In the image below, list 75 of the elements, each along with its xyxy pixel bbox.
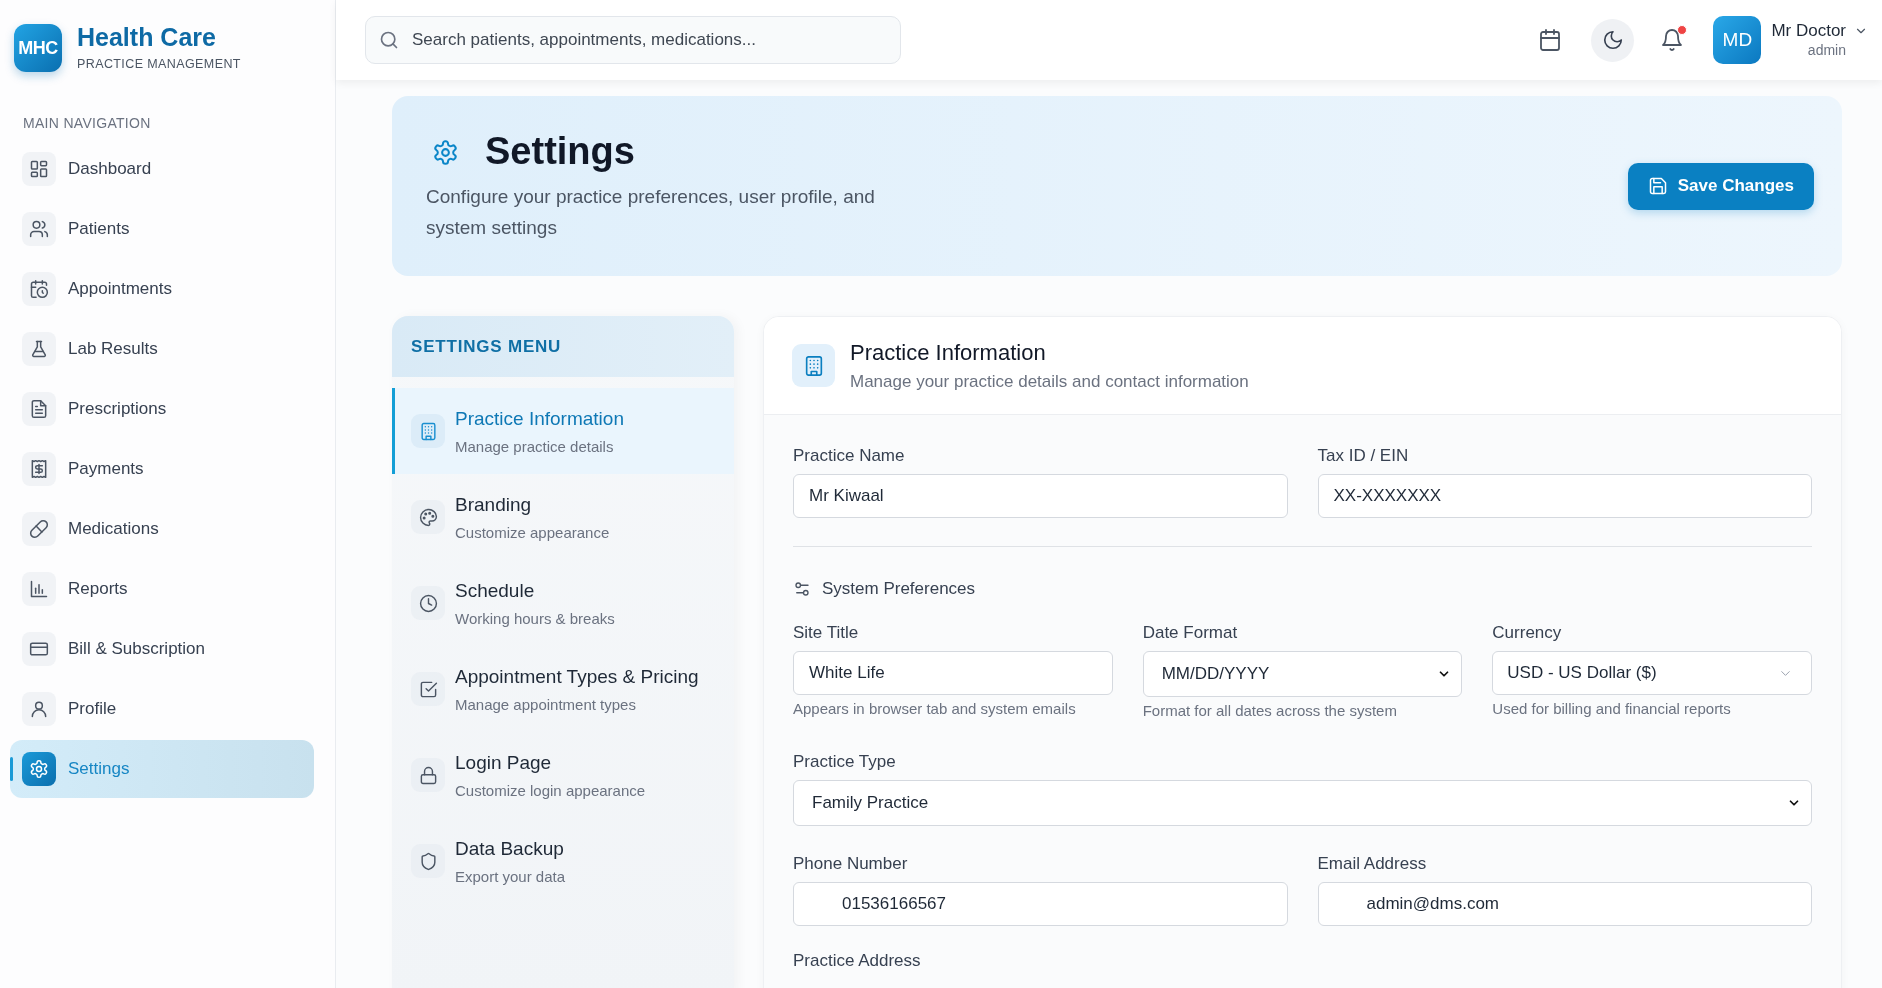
sliders-icon (793, 580, 811, 598)
input-field[interactable]: admin@dms.com (1317, 882, 1812, 926)
sidebar-item[interactable]: Bill & Subscription (10, 620, 314, 678)
credit-card-icon (22, 632, 56, 666)
settings-menu-heading: SETTINGS MENU (392, 316, 734, 377)
field-label: Currency (1492, 623, 1563, 643)
save-button[interactable]: Save Changes (1627, 162, 1814, 210)
sidebar-item[interactable]: Payments (10, 440, 314, 498)
settings-menu-item[interactable]: Login Page Customize login appearance (392, 732, 734, 818)
field-label: Tax ID / EIN (1317, 446, 1410, 466)
sidebar-item[interactable]: Dashboard (10, 140, 314, 198)
shield-icon (411, 844, 445, 878)
grid-icon (22, 152, 56, 186)
user-name: Mr Doctor (1771, 20, 1846, 42)
sidebar-item[interactable]: Reports (10, 560, 314, 618)
dropdown-field[interactable]: USD - US Dollar ($) (1492, 651, 1812, 695)
section-heading: System Preferences (822, 578, 976, 600)
field-hint: Appears in browser tab and system emails (793, 701, 1077, 717)
settings-icon (22, 752, 56, 786)
settings-icon (432, 138, 459, 166)
palette-icon (411, 500, 445, 534)
nav-heading: MAIN NAVIGATION (22, 115, 152, 132)
logo: MHC (14, 24, 62, 72)
field-label: Site Title (793, 623, 860, 643)
settings-menu-item[interactable]: Data Backup Export your data (392, 818, 734, 904)
sidebar-item[interactable]: Patients (10, 200, 314, 258)
user-icon (22, 692, 56, 726)
calendar-clock-icon (22, 272, 56, 306)
input-field[interactable]: Mr Kiwaal (793, 474, 1288, 518)
sidebar-item[interactable]: Prescriptions (10, 380, 314, 438)
section-subtitle: Manage your practice details and contact information (850, 370, 1249, 392)
pill-icon (22, 512, 56, 546)
page-title: Settings (485, 129, 635, 175)
user-role: admin (1806, 41, 1846, 60)
checkbox-icon (411, 672, 445, 706)
field-hint: Used for billing and financial reports (1492, 701, 1732, 717)
input-field[interactable]: 01536166567 (793, 882, 1288, 926)
search-field[interactable]: Search patients, appointments, medications... (365, 16, 901, 64)
calendar-icon[interactable] (1538, 28, 1563, 52)
select-field[interactable]: MM/DD/YYYY (1142, 651, 1463, 697)
moon-icon (1601, 29, 1624, 51)
section-title: Practice Information (850, 339, 1047, 366)
save-icon (1647, 176, 1668, 196)
field-hint: Format for all dates across the system (1142, 703, 1398, 719)
settings-menu-item[interactable]: Branding Customize appearance (392, 474, 734, 560)
field-label: Email Address (1317, 854, 1428, 874)
bar-chart-icon (22, 572, 56, 606)
sidebar-item[interactable]: Appointments (10, 260, 314, 318)
dollar-receipt-icon (22, 452, 56, 486)
brand-name: Health Care (77, 24, 217, 52)
field-label: Practice Name (793, 446, 906, 466)
sidebar-item[interactable]: Lab Results (10, 320, 314, 378)
page-description: Configure your practice preferences, user profile, and system settings (426, 184, 876, 240)
field-label: Phone Number (793, 854, 909, 874)
users-icon (22, 212, 56, 246)
sidebar-item[interactable]: Profile (10, 680, 314, 738)
input-field[interactable]: XX-XXXXXXX (1317, 474, 1812, 518)
flask-icon (22, 332, 56, 366)
search-icon (379, 30, 399, 50)
settings-menu-item[interactable]: Appointment Types & Pricing Manage appointment types (392, 646, 734, 732)
field-label: Practice Address (793, 951, 922, 971)
lock-icon (411, 758, 445, 792)
document-icon (22, 392, 56, 426)
settings-menu-item[interactable]: Practice Information Manage practice details (392, 388, 734, 474)
field-label: Practice Type (793, 752, 897, 772)
brand-tagline: PRACTICE MANAGEMENT (77, 56, 241, 72)
field-label: Date Format (1142, 623, 1239, 643)
select-field[interactable]: Family Practice (793, 780, 1812, 826)
clock-icon (411, 586, 445, 620)
building-icon (792, 344, 835, 387)
input-field[interactable]: White Life (793, 651, 1113, 695)
bell-icon[interactable] (1660, 28, 1685, 52)
settings-menu-item[interactable]: Schedule Working hours & breaks (392, 560, 734, 646)
sidebar-item[interactable]: Medications (10, 500, 314, 558)
building-icon (411, 414, 445, 448)
